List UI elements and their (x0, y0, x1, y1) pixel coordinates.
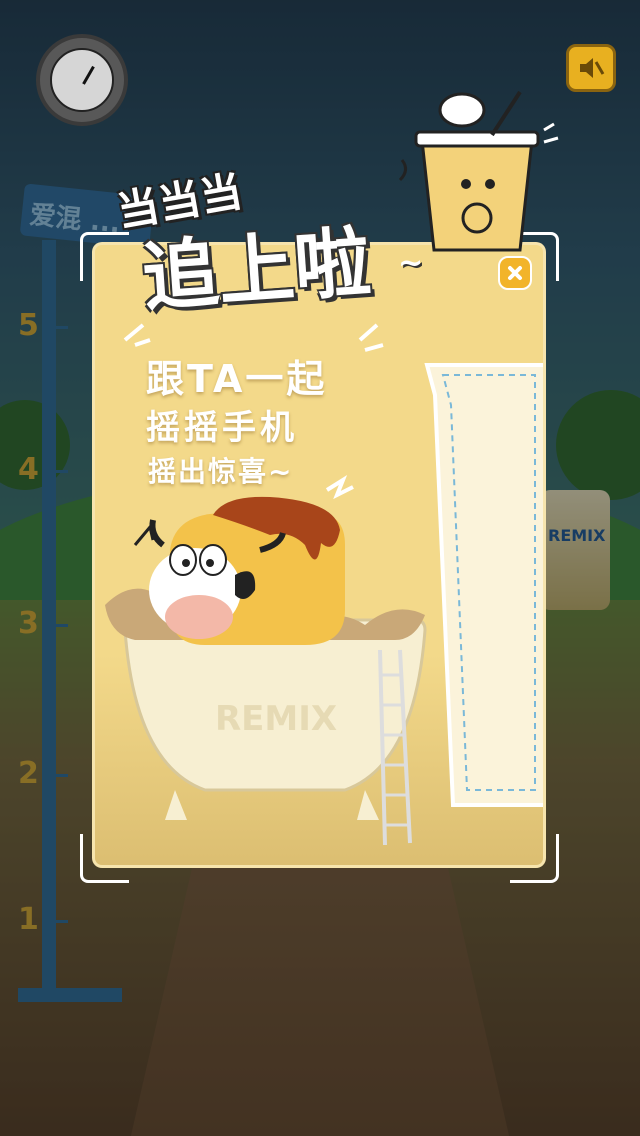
clock-face-icon (50, 48, 114, 112)
instruction-line-2: 摇摇手机 (146, 408, 298, 448)
instruction-line-3: 摇出惊喜~ (148, 455, 294, 488)
sound-toggle-button[interactable] (566, 44, 616, 92)
bathtub-brand-text: REMIX (215, 699, 337, 739)
frame-corner (510, 834, 559, 883)
instruction-line-1: 跟TA一起 (146, 357, 328, 401)
headline-big: 追上啦 (139, 217, 374, 322)
mute-speaker-icon (580, 58, 605, 78)
pudding-cow-illustration: REMIX (105, 323, 543, 846)
milk-tea-cup-doodle (398, 90, 559, 252)
timer-clock (36, 34, 128, 126)
frame-corner (80, 834, 129, 883)
clock-hand (82, 65, 95, 85)
close-button[interactable] (498, 256, 532, 290)
headline-tilde: ~ (398, 246, 424, 281)
popup-panel: REMIX (92, 242, 546, 868)
close-x-icon (508, 266, 522, 280)
